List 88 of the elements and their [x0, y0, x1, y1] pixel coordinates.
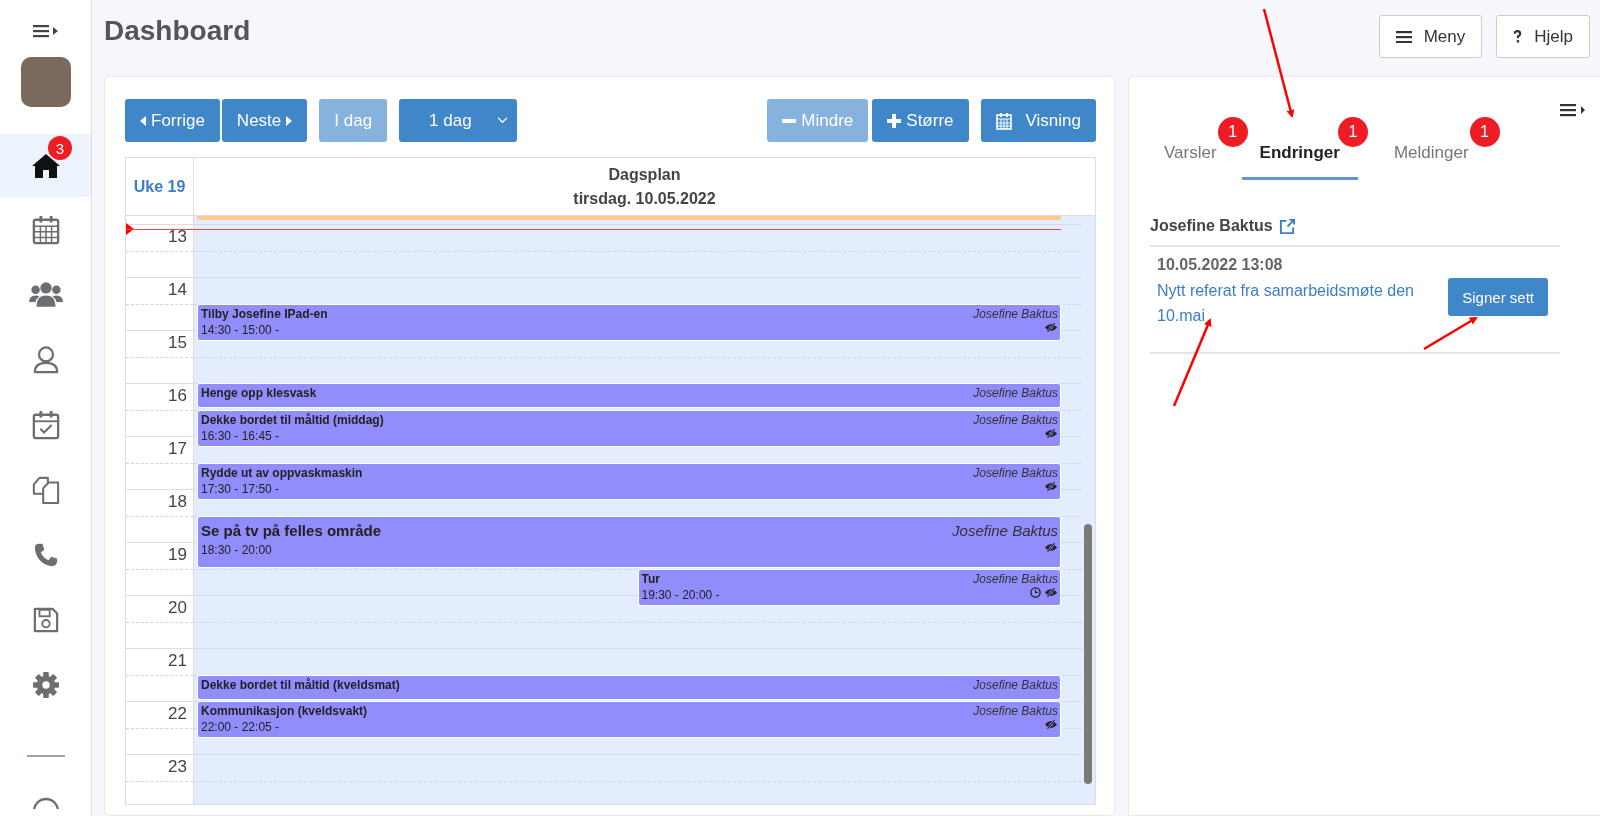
caret-left-icon: [140, 115, 146, 126]
event-owner: Josefine Baktus: [973, 465, 1058, 480]
menu-icon[interactable]: [1560, 103, 1586, 117]
save-icon: [32, 606, 59, 633]
plus-icon: [887, 113, 902, 128]
copies-icon: [31, 474, 60, 505]
hour-label: 22: [168, 704, 187, 724]
event-title: Rydde ut av oppvaskmaskin: [201, 465, 363, 480]
chevron-down-icon: [497, 117, 509, 124]
calendar-event[interactable]: Kommunikasjon (kveldsvakt) Josefine Baktus 22:00 - 22:05 -: [197, 701, 1061, 738]
view-button[interactable]: Visning: [980, 99, 1096, 142]
event-owner: Josefine Baktus: [973, 412, 1058, 427]
menu-icon[interactable]: [32, 24, 59, 38]
calendar-event[interactable]: Henge opp klesvask Josefine Baktus: [197, 383, 1061, 408]
calendar-event[interactable]: Tur Josefine Baktus 19:30 - 20:00 -: [637, 568, 1061, 606]
calendar-event[interactable]: Dekke bordet til måltid (kveldsmat) Josefine Baktus: [197, 674, 1061, 700]
count-badge: 1: [1469, 117, 1500, 147]
question-icon: [1513, 30, 1523, 43]
event-title: Kommunikasjon (kveldsvakt): [201, 704, 368, 718]
hour-label: 13: [168, 227, 187, 247]
help-button[interactable]: Hjelp: [1496, 15, 1590, 58]
eye-slash-icon: [1044, 480, 1058, 492]
avatar-placeholder[interactable]: [20, 57, 71, 107]
minus-icon: [782, 118, 797, 123]
event-owner: Josefine Baktus: [973, 386, 1058, 400]
day-date: tirsdag. 10.05.2022: [573, 189, 716, 208]
count-badge: 1: [1337, 117, 1368, 147]
event-title: Henge opp klesvask: [201, 386, 317, 400]
hour-label: 15: [168, 333, 187, 353]
week-label: Uke 19: [133, 177, 186, 196]
event-title: Se på tv på felles område: [201, 521, 382, 539]
sidebar-item[interactable]: 3: [0, 134, 91, 197]
event-owner: Josefine Baktus: [973, 704, 1058, 718]
calendar-event[interactable]: Dekke bordet til måltid (middag) Josefine Baktus 16:30 - 16:45 -: [197, 409, 1061, 447]
event-owner: Josefine Baktus: [973, 306, 1058, 321]
next-button[interactable]: Neste: [221, 99, 308, 142]
event-title: Dekke bordet til måltid (kveldsmat): [201, 677, 400, 692]
notification-badge: 3: [48, 136, 72, 160]
plus-button[interactable]: Større: [872, 99, 969, 142]
hour-label: 18: [168, 492, 187, 512]
event-time: 16:30 - 16:45 -: [201, 428, 280, 443]
external-link-icon[interactable]: [1278, 217, 1296, 235]
event-title: Tur: [641, 571, 660, 586]
event-title: Dekke bordet til måltid (middag): [201, 412, 384, 427]
eye-slash-icon: [1044, 321, 1058, 333]
hour-label: 19: [168, 545, 187, 565]
hour-label: 14: [168, 280, 187, 300]
eye-slash-icon: [1044, 541, 1058, 553]
event-time: 22:00 - 22:05 -: [201, 720, 280, 734]
sign-button[interactable]: Signer sett: [1448, 278, 1548, 316]
event-owner: Josefine Baktus: [973, 571, 1058, 586]
calendar-icon: [31, 214, 60, 245]
hour-label: 20: [168, 598, 187, 618]
annotation-arrow: [1423, 316, 1478, 351]
count-badge: 1: [1217, 117, 1248, 147]
home-icon: [30, 152, 61, 179]
hour-label: 21: [168, 651, 187, 671]
eye-slash-icon: [1044, 586, 1058, 598]
event-title: Tilby Josefine IPad-en: [201, 306, 328, 321]
day-title: Dagsplan: [608, 165, 681, 184]
eye-slash-icon: [1044, 719, 1058, 730]
hour-label: 23: [168, 757, 187, 777]
menu-button[interactable]: Meny: [1378, 15, 1483, 58]
page-title: Dashboard: [104, 15, 251, 47]
dropdown-button[interactable]: 1 dag: [399, 99, 518, 142]
entry-timestamp: 10.05.2022 13:08: [1157, 256, 1284, 274]
event-owner: Josefine Baktus: [952, 521, 1058, 539]
calendar-event[interactable]: Rydde ut av oppvaskmaskin Josefine Baktus 17:30 - 17:50 -: [197, 462, 1061, 500]
calendar-event[interactable]: Tilby Josefine IPad-en Josefine Baktus 14:30 - 15:00 -: [197, 303, 1061, 341]
event-owner: Josefine Baktus: [973, 677, 1058, 692]
calendar-check-icon: [31, 409, 60, 440]
calendar-event[interactable]: Se på tv på felles område Josefine Baktus 18:30 - 20:00: [197, 515, 1061, 568]
prev-button[interactable]: Forrige: [125, 99, 220, 142]
person-name: Josefine Baktus: [1150, 217, 1273, 235]
event-time: 14:30 - 15:00 -: [201, 322, 280, 337]
phone-icon: [33, 542, 58, 567]
entry-link[interactable]: Nytt referat fra samarbeidsmøte den 10.mai: [1157, 278, 1429, 328]
menu-icon: [1395, 30, 1412, 43]
event-time: 19:30 - 20:00 -: [641, 587, 720, 602]
user-icon: [32, 345, 59, 374]
users-icon: [28, 281, 63, 308]
calendar-icon: [995, 111, 1012, 130]
eye-slash-icon: [1044, 427, 1058, 439]
event-time: 18:30 - 20:00: [201, 542, 272, 557]
hour-label: 17: [168, 439, 187, 459]
hour-label: 16: [168, 386, 187, 406]
caret-right-icon: [286, 115, 293, 126]
event-time: 17:30 - 17:50 -: [201, 481, 280, 496]
